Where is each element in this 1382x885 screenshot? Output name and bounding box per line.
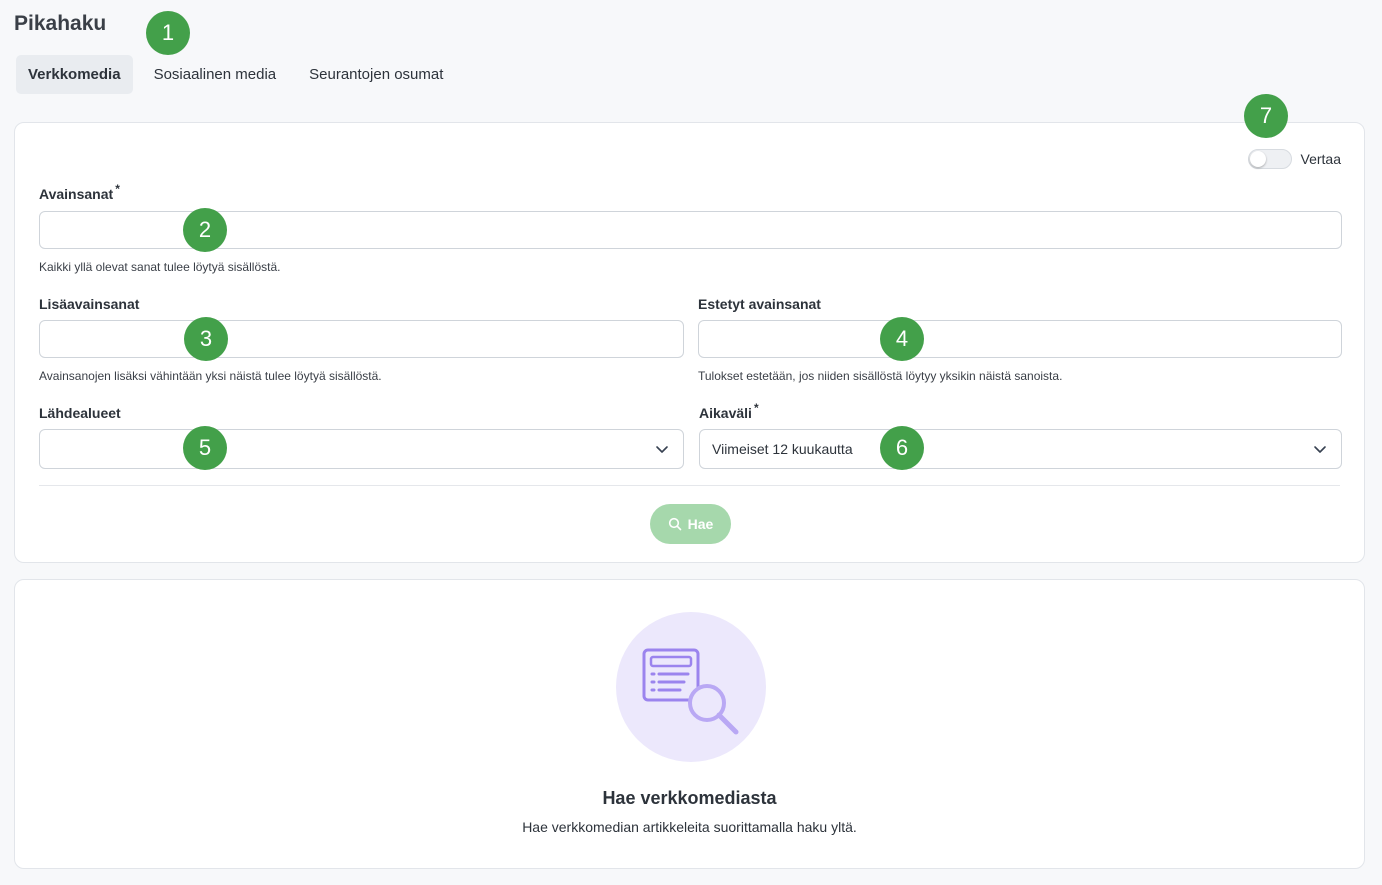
search-document-illustration — [616, 612, 766, 762]
keywords-input[interactable] — [39, 211, 1342, 249]
annotation-badge: 7 — [1244, 94, 1288, 138]
blocked-keywords-input[interactable] — [698, 320, 1342, 358]
required-mark: * — [115, 182, 120, 196]
blocked-keywords-label: Estetyt avainsanat — [698, 296, 821, 312]
chevron-down-icon — [656, 446, 668, 453]
source-regions-select[interactable] — [39, 429, 684, 469]
search-icon — [668, 517, 681, 531]
keywords-label-text: Avainsanat — [39, 186, 114, 202]
time-range-label-text: Aikaväli — [699, 405, 752, 421]
time-range-label: Aikaväli * — [699, 401, 759, 421]
chevron-down-icon — [1314, 446, 1326, 453]
source-regions-label: Lähdealueet — [39, 405, 121, 421]
additional-keywords-help: Avainsanojen lisäksi vähintään yksi näis… — [39, 369, 382, 383]
form-divider — [39, 485, 1340, 486]
time-range-select[interactable]: Viimeiset 12 kuukautta — [699, 429, 1342, 469]
empty-state-title: Hae verkkomediasta — [602, 788, 777, 808]
document-search-icon — [642, 648, 739, 735]
tab-sosiaalinen-media[interactable]: Sosiaalinen media — [142, 55, 289, 94]
keywords-help: Kaikki yllä olevat sanat tulee löytyä si… — [39, 260, 281, 274]
annotation-badge: 6 — [880, 426, 924, 470]
annotation-badge: 5 — [183, 426, 227, 470]
tab-verkkomedia[interactable]: Verkkomedia — [16, 55, 133, 94]
empty-state-card: Hae verkkomediasta Hae verkkomedian arti… — [14, 579, 1365, 869]
annotation-badge: 4 — [880, 317, 924, 361]
compare-toggle-group: Vertaa — [1247, 149, 1341, 169]
compare-toggle[interactable] — [1247, 149, 1292, 169]
time-range-value: Viimeiset 12 kuukautta — [712, 441, 853, 457]
keywords-label: Avainsanat * — [39, 182, 120, 202]
page-title: Pikahaku — [14, 12, 107, 35]
annotation-badge: 1 — [146, 11, 190, 55]
empty-state-text: Hae verkkomedian artikkeleita suorittama… — [522, 819, 857, 835]
search-button-label: Hae — [687, 516, 714, 532]
search-button[interactable]: Hae — [650, 504, 731, 544]
additional-keywords-label: Lisäavainsanat — [39, 296, 140, 312]
required-mark: * — [753, 401, 759, 415]
toggle-knob — [1249, 151, 1266, 167]
media-tabs: Verkkomedia Sosiaalinen media Seurantoje… — [16, 55, 464, 94]
blocked-keywords-help: Tulokset estetään, jos niiden sisällöstä… — [698, 369, 1063, 383]
annotation-badge: 3 — [184, 317, 228, 361]
tab-seurantojen-osumat[interactable]: Seurantojen osumat — [297, 55, 455, 94]
annotation-badge: 2 — [183, 208, 227, 252]
compare-label: Vertaa — [1300, 151, 1341, 167]
additional-keywords-input[interactable] — [39, 320, 684, 358]
